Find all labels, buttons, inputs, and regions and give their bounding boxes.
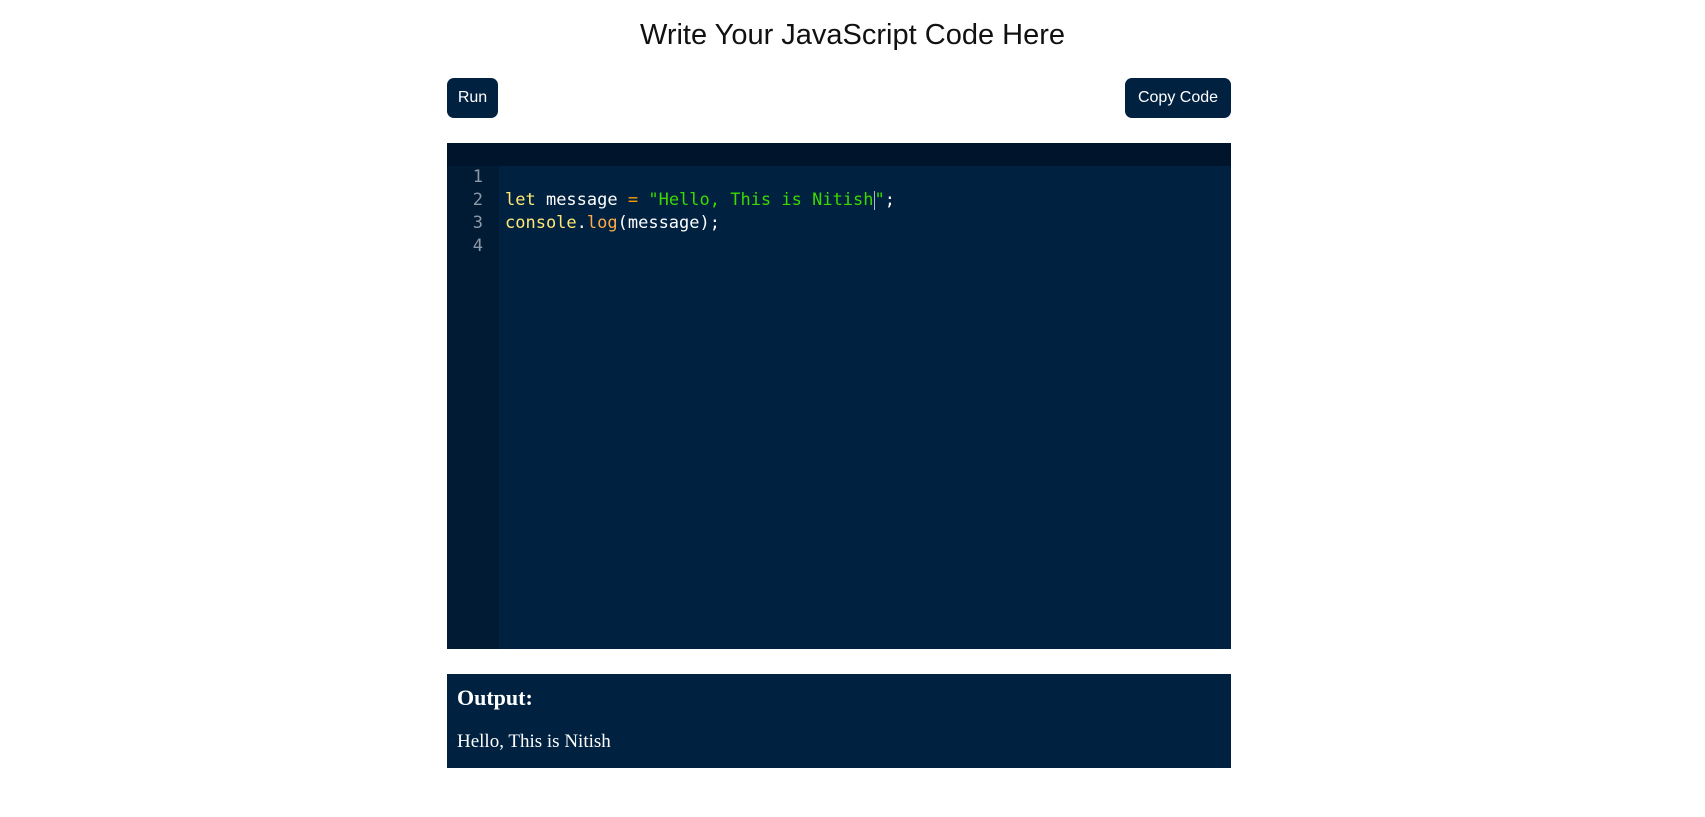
code-line-2[interactable]: 2 console.log(message);: [447, 166, 1231, 233]
code-line-4[interactable]: 4: [447, 212, 1231, 256]
output-heading: Output:: [457, 685, 533, 710]
output-text: Hello, This is Nitish: [457, 731, 611, 752]
code-line-3[interactable]: 3: [447, 189, 1231, 233]
page-title: Write Your JavaScript Code Here: [639, 19, 1065, 51]
code-line-1[interactable]: 1 let message = "Hello, This is Nitish";: [447, 143, 1231, 210]
code-editor[interactable]: 1 let message = "Hello, This is Nitish";…: [447, 143, 1231, 649]
line-number: 4: [472, 236, 483, 256]
run-button[interactable]: Run: [447, 78, 498, 118]
copy-code-button[interactable]: Copy Code: [1125, 78, 1231, 118]
output-panel: Output: Hello, This is Nitish: [447, 674, 1231, 768]
